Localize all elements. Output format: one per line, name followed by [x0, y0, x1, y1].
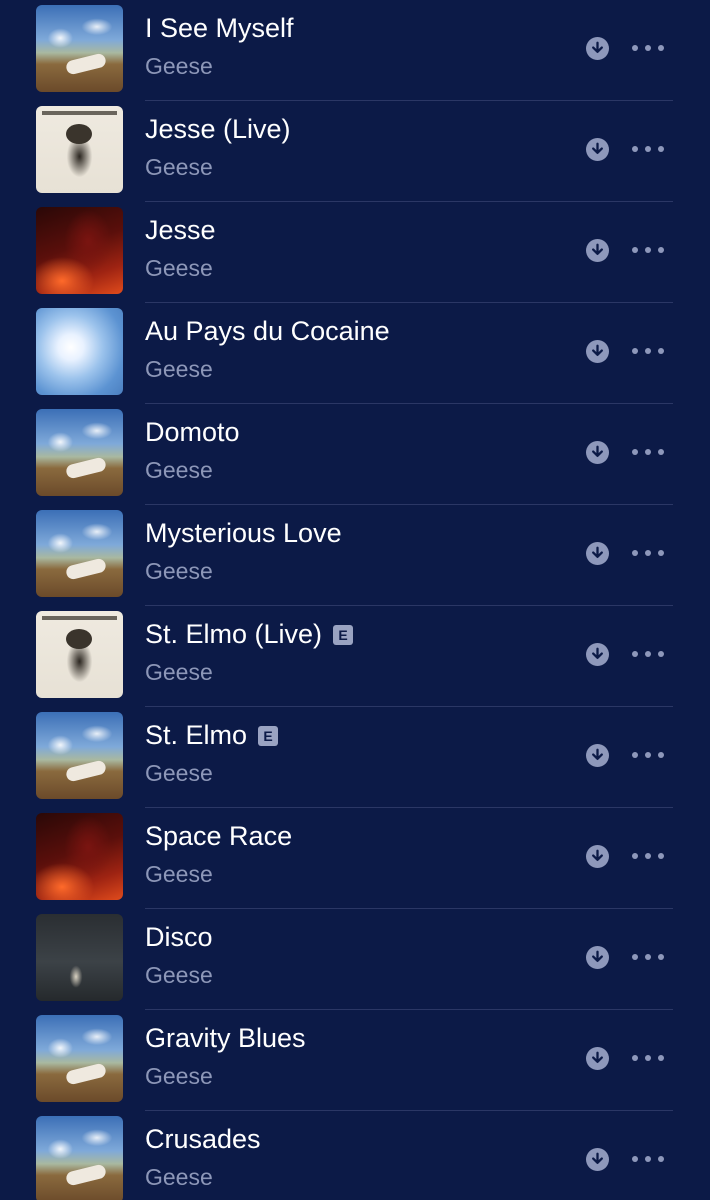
song-row[interactable]: Mysterious Love Geese — [0, 505, 710, 606]
album-artwork — [36, 5, 123, 92]
song-artist: Geese — [145, 255, 213, 281]
more-options-icon[interactable] — [630, 242, 666, 258]
album-artwork — [36, 510, 123, 597]
song-title: Au Pays du Cocaine — [145, 316, 390, 347]
download-icon[interactable] — [586, 239, 609, 262]
more-options-icon[interactable] — [630, 949, 666, 965]
explicit-badge: E — [258, 725, 279, 746]
song-row[interactable]: I See Myself Geese — [0, 0, 710, 101]
song-title-text: Jesse (Live) — [145, 114, 291, 144]
song-title-text: Jesse — [145, 215, 216, 245]
song-artist: Geese — [145, 356, 213, 382]
song-title-text: Au Pays du Cocaine — [145, 316, 390, 346]
more-options-icon[interactable] — [630, 848, 666, 864]
song-title-text: Mysterious Love — [145, 518, 342, 548]
song-row[interactable]: Crusades Geese — [0, 1111, 710, 1200]
song-row[interactable]: Jesse Geese — [0, 202, 710, 303]
album-artwork — [36, 409, 123, 496]
song-row[interactable]: Jesse (Live) Geese — [0, 101, 710, 202]
song-artist: Geese — [145, 558, 213, 584]
song-row[interactable]: Disco Geese — [0, 909, 710, 1010]
album-artwork — [36, 1015, 123, 1102]
album-artwork — [36, 813, 123, 900]
song-title-text: Domoto — [145, 417, 240, 447]
song-artist: Geese — [145, 861, 213, 887]
song-row[interactable]: Space Race Geese — [0, 808, 710, 909]
song-title-text: Space Race — [145, 821, 293, 851]
song-title: Crusades — [145, 1124, 261, 1155]
download-icon[interactable] — [586, 37, 609, 60]
song-title-text: Disco — [145, 922, 213, 952]
song-artist: Geese — [145, 53, 213, 79]
album-artwork — [36, 712, 123, 799]
song-title: I See Myself — [145, 13, 294, 44]
more-options-icon[interactable] — [630, 1050, 666, 1066]
song-row[interactable]: Domoto Geese — [0, 404, 710, 505]
song-title-text: St. Elmo (Live) — [145, 619, 323, 649]
download-icon[interactable] — [586, 1148, 609, 1171]
more-options-icon[interactable] — [630, 646, 666, 662]
more-options-icon[interactable] — [630, 747, 666, 763]
song-title: Disco — [145, 922, 213, 953]
album-artwork — [36, 308, 123, 395]
song-artist: Geese — [145, 659, 213, 685]
explicit-badge: E — [333, 624, 354, 645]
song-list: I See Myself Geese Jesse (Live) Geese Je… — [0, 0, 710, 1200]
song-title: St. Elmo E — [145, 720, 279, 751]
download-icon[interactable] — [586, 138, 609, 161]
song-title: Jesse — [145, 215, 216, 246]
song-row[interactable]: Au Pays du Cocaine Geese — [0, 303, 710, 404]
song-title-text: I See Myself — [145, 13, 294, 43]
album-artwork — [36, 1116, 123, 1200]
download-icon[interactable] — [586, 744, 609, 767]
download-icon[interactable] — [586, 946, 609, 969]
song-row[interactable]: St. Elmo E Geese — [0, 707, 710, 808]
more-options-icon[interactable] — [630, 444, 666, 460]
more-options-icon[interactable] — [630, 343, 666, 359]
song-title: Mysterious Love — [145, 518, 342, 549]
more-options-icon[interactable] — [630, 545, 666, 561]
album-artwork — [36, 914, 123, 1001]
song-artist: Geese — [145, 1164, 213, 1190]
download-icon[interactable] — [586, 441, 609, 464]
song-title-text: Gravity Blues — [145, 1023, 306, 1053]
song-title-text: St. Elmo — [145, 720, 248, 750]
song-artist: Geese — [145, 1063, 213, 1089]
song-artist: Geese — [145, 154, 213, 180]
song-title: Space Race — [145, 821, 292, 852]
download-icon[interactable] — [586, 845, 609, 868]
more-options-icon[interactable] — [630, 40, 666, 56]
album-artwork — [36, 207, 123, 294]
song-title: St. Elmo (Live) E — [145, 619, 354, 650]
more-options-icon[interactable] — [630, 1151, 666, 1167]
song-title: Domoto — [145, 417, 240, 448]
download-icon[interactable] — [586, 542, 609, 565]
song-title: Jesse (Live) — [145, 114, 291, 145]
song-title-text: Crusades — [145, 1124, 261, 1154]
album-artwork — [36, 106, 123, 193]
song-row[interactable]: St. Elmo (Live) E Geese — [0, 606, 710, 707]
download-icon[interactable] — [586, 1047, 609, 1070]
more-options-icon[interactable] — [630, 141, 666, 157]
song-artist: Geese — [145, 760, 213, 786]
download-icon[interactable] — [586, 340, 609, 363]
song-artist: Geese — [145, 457, 213, 483]
song-artist: Geese — [145, 962, 213, 988]
song-title: Gravity Blues — [145, 1023, 306, 1054]
song-row[interactable]: Gravity Blues Geese — [0, 1010, 710, 1111]
album-artwork — [36, 611, 123, 698]
download-icon[interactable] — [586, 643, 609, 666]
